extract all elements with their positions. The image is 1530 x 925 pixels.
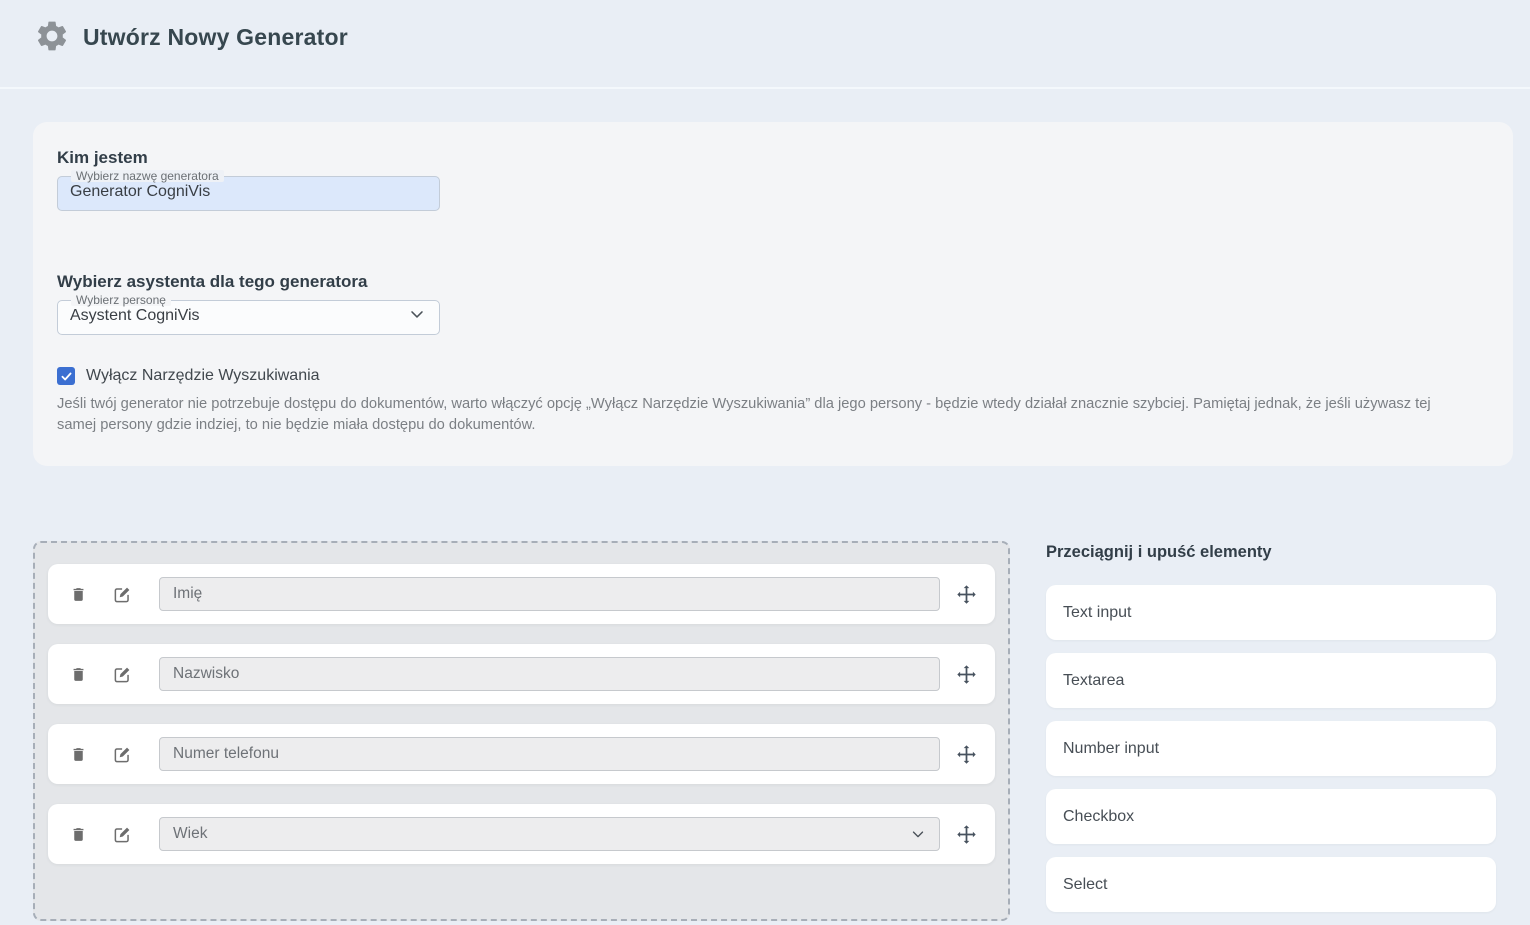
field-preview-input[interactable]: Wiek xyxy=(159,817,940,851)
palette-item[interactable]: Select xyxy=(1046,857,1496,912)
palette-item-label: Checkbox xyxy=(1063,808,1134,826)
move-field-handle[interactable] xyxy=(956,664,977,685)
palette-item-label: Number input xyxy=(1063,740,1159,758)
palette-list: Text input Textarea Number input Checkbo… xyxy=(1046,585,1496,925)
gear-icon xyxy=(34,18,70,54)
header-divider xyxy=(0,87,1530,89)
move-field-handle[interactable] xyxy=(956,744,977,765)
palette-item[interactable]: Textarea xyxy=(1046,653,1496,708)
form-builder-dropzone[interactable]: Imię Nazwisko Numer telefonu xyxy=(33,541,1010,921)
checkbox-checked-icon[interactable] xyxy=(57,367,75,385)
builder-rows: Imię Nazwisko Numer telefonu xyxy=(48,564,995,864)
field-placeholder: Imię xyxy=(173,585,202,603)
page-header: Utwórz Nowy Generator xyxy=(0,0,1530,88)
palette-heading: Przeciągnij i upuść elementy xyxy=(1046,543,1272,562)
move-field-handle[interactable] xyxy=(956,824,977,845)
generator-settings-card: Kim jestem Wybierz nazwę generatora Gene… xyxy=(33,122,1513,466)
move-field-handle[interactable] xyxy=(956,584,977,605)
page: Utwórz Nowy Generator Kim jestem Wybierz… xyxy=(0,0,1530,890)
field-placeholder: Nazwisko xyxy=(173,665,239,683)
builder-field-row: Wiek xyxy=(48,804,995,864)
disable-search-description: Jeśli twój generator nie potrzebuje dost… xyxy=(57,394,1465,436)
disable-search-label[interactable]: Wyłącz Narzędzie Wyszukiwania xyxy=(86,367,320,385)
persona-select-value: Asystent CogniVis xyxy=(70,307,200,325)
builder-field-row: Nazwisko xyxy=(48,644,995,704)
chevron-down-icon xyxy=(407,304,427,324)
edit-field-button[interactable] xyxy=(113,665,132,684)
delete-field-button[interactable] xyxy=(70,585,87,604)
palette-item[interactable]: Checkbox xyxy=(1046,789,1496,844)
generator-name-field[interactable]: Wybierz nazwę generatora Generator Cogni… xyxy=(57,170,440,211)
chevron-down-icon xyxy=(909,825,927,843)
edit-field-button[interactable] xyxy=(113,825,132,844)
persona-select[interactable]: Wybierz personę Asystent CogniVis xyxy=(57,294,440,335)
delete-field-button[interactable] xyxy=(70,825,87,844)
palette-item-label: Text input xyxy=(1063,604,1131,622)
palette-item-label: Select xyxy=(1063,876,1107,894)
assistant-heading: Wybierz asystenta dla tego generatora xyxy=(57,272,368,292)
generator-name-value: Generator CogniVis xyxy=(70,183,210,201)
builder-field-row: Imię xyxy=(48,564,995,624)
palette-item[interactable]: Number input xyxy=(1046,721,1496,776)
identity-heading: Kim jestem xyxy=(57,148,148,168)
edit-field-button[interactable] xyxy=(113,745,132,764)
field-preview-input[interactable]: Nazwisko xyxy=(159,657,940,691)
field-placeholder: Wiek xyxy=(173,825,207,843)
field-placeholder: Numer telefonu xyxy=(173,745,279,763)
delete-field-button[interactable] xyxy=(70,745,87,764)
builder-field-row: Numer telefonu xyxy=(48,724,995,784)
edit-field-button[interactable] xyxy=(113,585,132,604)
palette-item[interactable]: Text input xyxy=(1046,585,1496,640)
disable-search-checkbox[interactable]: Wyłącz Narzędzie Wyszukiwania xyxy=(57,367,320,385)
delete-field-button[interactable] xyxy=(70,665,87,684)
page-title: Utwórz Nowy Generator xyxy=(83,24,348,51)
field-preview-input[interactable]: Numer telefonu xyxy=(159,737,940,771)
persona-select-label: Wybierz personę xyxy=(71,294,171,306)
generator-name-label: Wybierz nazwę generatora xyxy=(71,170,224,182)
field-preview-input[interactable]: Imię xyxy=(159,577,940,611)
palette-item-label: Textarea xyxy=(1063,672,1124,690)
